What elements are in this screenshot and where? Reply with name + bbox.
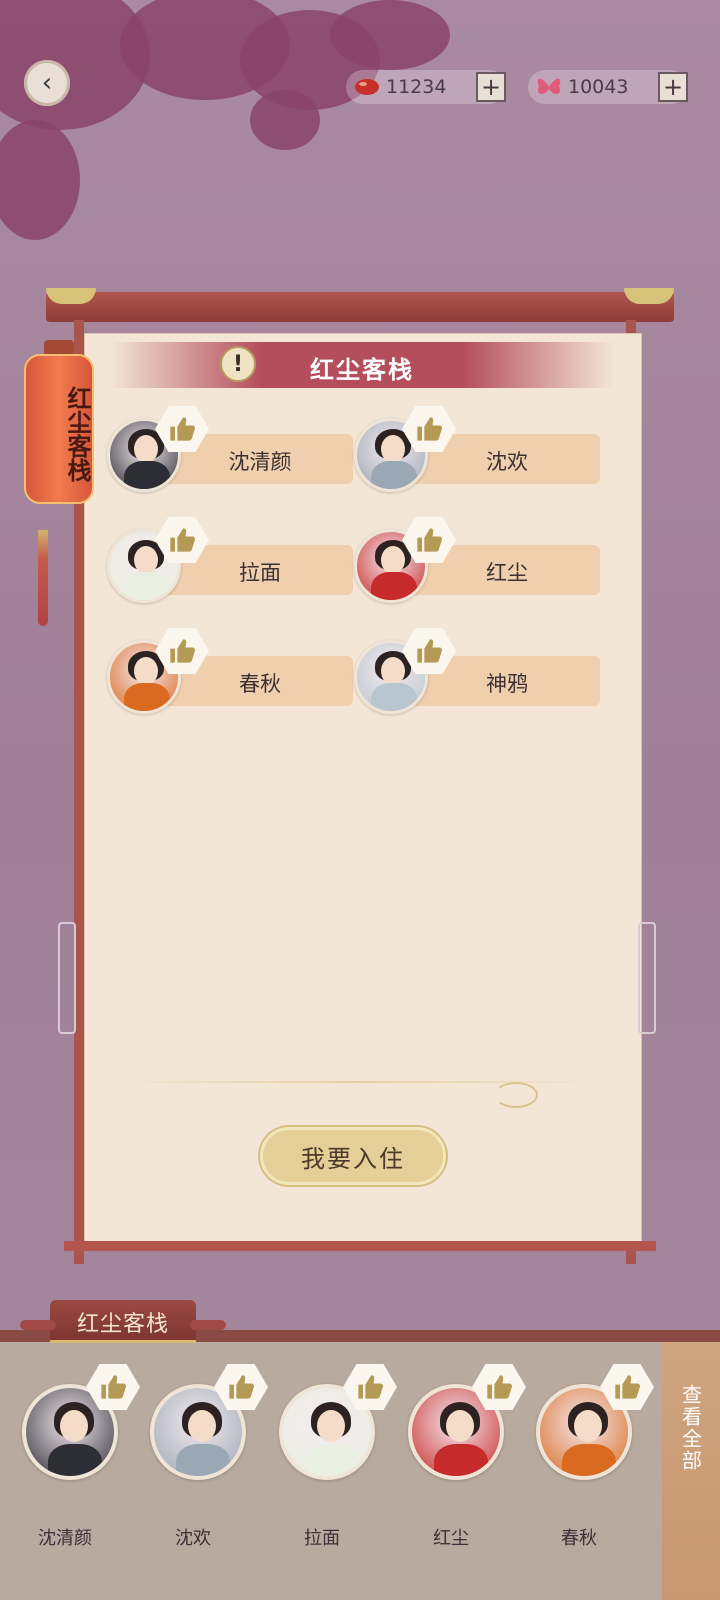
add-butterfly-button[interactable]: + xyxy=(658,72,688,102)
red-bean-counter: 11234 + xyxy=(346,70,506,104)
butterfly-counter: 10043 + xyxy=(528,70,688,104)
bottom-character-name: 红尘 xyxy=(433,1528,469,1549)
scroll-handle-right xyxy=(638,922,656,1034)
lantern-tab[interactable]: 红尘客栈 xyxy=(24,354,94,504)
character-card[interactable]: 拉面 xyxy=(107,517,353,609)
bottom-character[interactable]: 春秋 xyxy=(524,1364,654,1549)
lantern-tassel xyxy=(38,530,48,626)
cloud-swirl-decoration xyxy=(494,1082,538,1108)
bottom-character-name: 沈清颜 xyxy=(38,1528,92,1549)
add-red-bean-button[interactable]: + xyxy=(476,72,506,102)
bottom-character-name: 沈欢 xyxy=(175,1528,211,1549)
character-card[interactable]: 红尘 xyxy=(354,517,600,609)
character-card[interactable]: 神鸦 xyxy=(354,628,600,720)
panel-title: 红尘客栈 xyxy=(310,355,414,384)
panel-title-bar: ! 红尘客栈 xyxy=(110,342,614,388)
butterfly-icon xyxy=(534,72,564,102)
bottom-tab-label: 红尘客栈 xyxy=(76,1312,169,1337)
bottom-character-name: 拉面 xyxy=(304,1528,340,1549)
character-card[interactable]: 春秋 xyxy=(107,628,353,720)
bottom-character-name: 春秋 xyxy=(561,1528,597,1549)
bottom-character[interactable]: 沈清颜 xyxy=(10,1364,140,1549)
scroll-frame-bottom xyxy=(64,1241,656,1251)
back-button[interactable]: ‹ xyxy=(24,60,70,106)
red-bean-value: 11234 xyxy=(386,76,447,98)
bottom-character[interactable]: 拉面 xyxy=(267,1364,397,1549)
view-all-label: 查看全部 xyxy=(678,1384,703,1472)
chevron-left-icon: ‹ xyxy=(41,68,53,98)
scroll-frame-top xyxy=(46,288,674,322)
butterfly-value: 10043 xyxy=(568,76,629,98)
view-all-button[interactable]: 查看全部 xyxy=(662,1342,720,1600)
character-card[interactable]: 沈清颜 xyxy=(107,406,353,498)
scroll-handle-left xyxy=(58,922,76,1034)
bottom-tab: 红尘客栈 xyxy=(20,1300,226,1343)
lantern-label: 红尘客栈 xyxy=(63,386,92,482)
checkin-button[interactable]: 我要入住 xyxy=(260,1127,446,1185)
bottom-character[interactable]: 沈欢 xyxy=(138,1364,268,1549)
bottom-character[interactable]: 红尘 xyxy=(396,1364,526,1549)
red-bean-icon xyxy=(352,72,382,102)
character-card[interactable]: 沈欢 xyxy=(354,406,600,498)
